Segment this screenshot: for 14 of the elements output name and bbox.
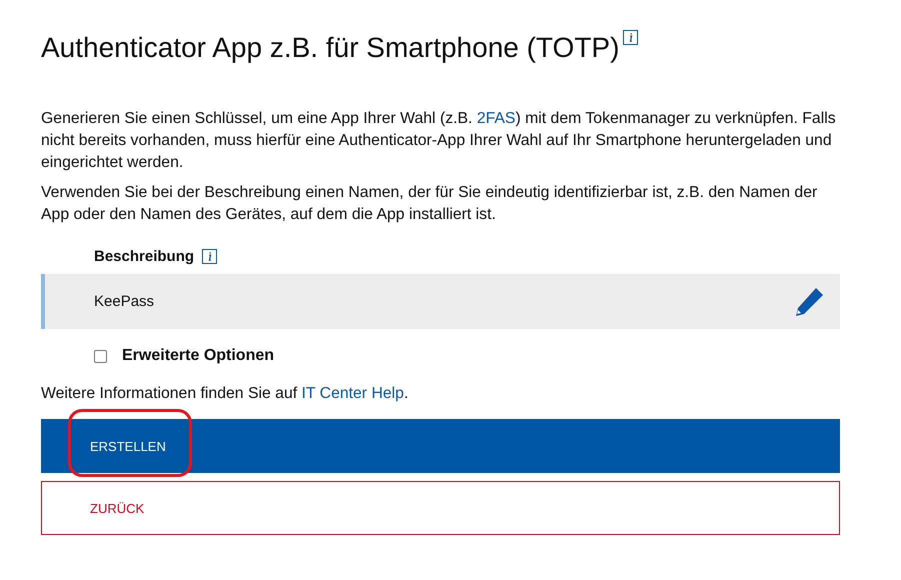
link[interactable]: 2FAS: [476, 110, 516, 127]
back-button[interactable]: ZURÜCK: [41, 481, 840, 535]
field-label: Beschreibung: [94, 248, 194, 265]
checkbox[interactable]: [94, 350, 107, 362]
paragraph: Generieren Sie einen Schlüssel, um eine App Ihrer Wahl (z.B. 2FAS) mit dem Tokenmanager zu verknüpfen. Falls nicht bereits vorhanden, muss hierfür eine Authenticator-App Ihrer Wahl auf Ihr Smartphone heruntergeladen und eingerichtet werden.: [41, 109, 837, 173]
page-title: Authenticator App z.B. für Smartphone (TOTP): [41, 31, 620, 65]
paragraph: Weitere Informationen finden Sie auf IT Center Help.: [41, 384, 410, 404]
description-field[interactable]: KeePass: [41, 274, 840, 329]
link[interactable]: IT Center Help: [302, 385, 404, 402]
checkbox-label: Erweiterte Optionen: [122, 347, 274, 365]
info-icon[interactable]: [623, 30, 638, 45]
info-icon[interactable]: [202, 249, 218, 264]
create-button[interactable]: ERSTELLEN: [41, 419, 840, 473]
paragraph: Verwenden Sie bei der Beschreibung einen Namen, der für Sie eindeutig identifizierbar ist, z.B. den Namen der App oder den Namen des Gerätes, auf dem die App installiert ist.: [41, 183, 818, 225]
